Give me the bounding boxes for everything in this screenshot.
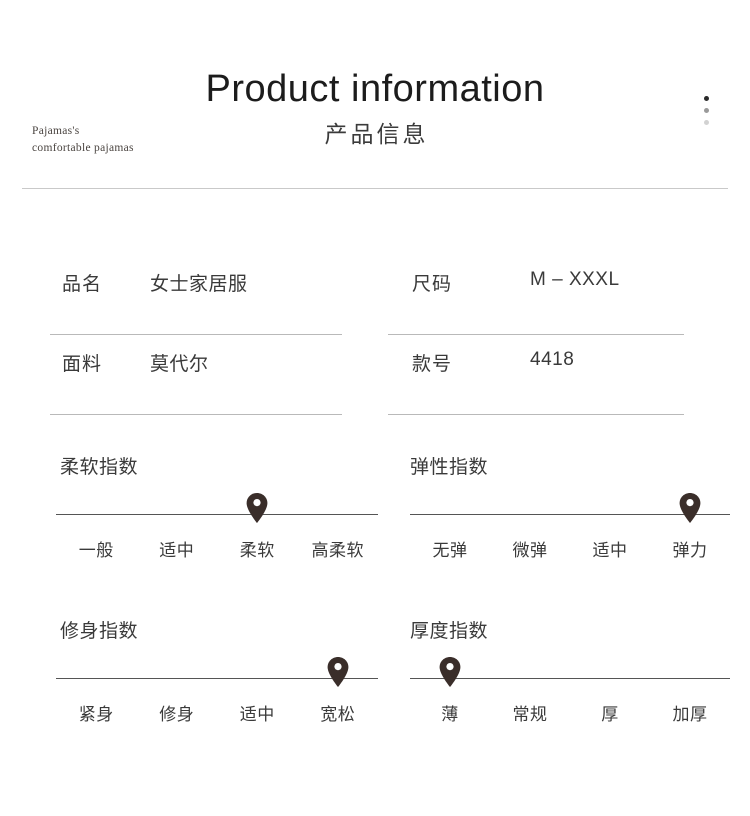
spec-value: 4418 [530, 349, 575, 370]
page-header: Pajamas's comfortable pajamas Product in… [0, 0, 750, 189]
map-pin-marker-icon[interactable] [679, 493, 701, 523]
spec-row: 面料 莫代尔 [50, 335, 342, 415]
spec-column-right: 尺码 M – XXXL 款号 4418 [388, 255, 684, 415]
spec-row: 尺码 M – XXXL [388, 255, 684, 335]
spec-column-left: 品名 女士家居服 面料 莫代尔 [50, 255, 342, 415]
scale-label: 修身 [159, 705, 195, 724]
index-slider-track[interactable] [410, 493, 730, 523]
spec-value: 莫代尔 [150, 354, 209, 375]
scale-label: 宽松 [320, 705, 356, 724]
spec-value: M – XXXL [530, 269, 620, 290]
map-pin-marker-icon[interactable] [246, 493, 268, 523]
scale-label: 微弹 [512, 541, 548, 560]
index-slider-track[interactable] [56, 493, 378, 523]
spec-row: 款号 4418 [388, 335, 684, 415]
dot-2 [704, 108, 709, 113]
index-scale-labels: 无弹 微弹 适中 弹力 [410, 536, 730, 561]
scale-label: 柔软 [239, 541, 275, 560]
index-title: 修身指数 [60, 621, 139, 642]
scale-label: 薄 [441, 705, 459, 724]
scale-label: 厚 [601, 705, 619, 724]
three-dots-icon [704, 96, 712, 132]
index-title: 柔软指数 [60, 457, 139, 478]
scale-label: 无弹 [432, 541, 468, 560]
page-title: Product information [205, 68, 545, 110]
index-scale-labels: 一般 适中 柔软 高柔软 [56, 536, 378, 561]
spec-label: 面料 [62, 354, 103, 375]
index-scale-labels: 薄 常规 厚 加厚 [410, 700, 730, 725]
index-slider-track[interactable] [56, 657, 378, 687]
scale-label: 加厚 [672, 705, 708, 724]
spec-label: 品名 [62, 274, 103, 295]
map-pin-marker-icon[interactable] [327, 657, 349, 687]
scale-label: 适中 [592, 541, 628, 560]
dot-3 [704, 120, 709, 125]
scale-label: 适中 [159, 541, 195, 560]
spec-row-divider [50, 414, 342, 415]
spec-row-divider [388, 414, 684, 415]
scale-label: 紧身 [78, 705, 114, 724]
scale-label: 一般 [78, 541, 114, 560]
scale-label: 适中 [239, 705, 275, 724]
spec-label: 尺码 [412, 274, 453, 295]
scale-label: 弹力 [672, 541, 708, 560]
index-title: 厚度指数 [410, 621, 489, 642]
index-title: 弹性指数 [410, 457, 489, 478]
index-scale-labels: 紧身 修身 适中 宽松 [56, 700, 378, 725]
spec-row: 品名 女士家居服 [50, 255, 342, 335]
spec-value: 女士家居服 [150, 274, 248, 295]
spec-label: 款号 [412, 354, 453, 375]
scale-label: 常规 [512, 705, 548, 724]
dot-1 [704, 96, 709, 101]
page-subtitle: 产品信息 [324, 121, 429, 147]
scale-label: 高柔软 [311, 541, 364, 560]
index-slider-track[interactable] [410, 657, 730, 687]
header-divider [22, 188, 728, 189]
map-pin-marker-icon[interactable] [439, 657, 461, 687]
